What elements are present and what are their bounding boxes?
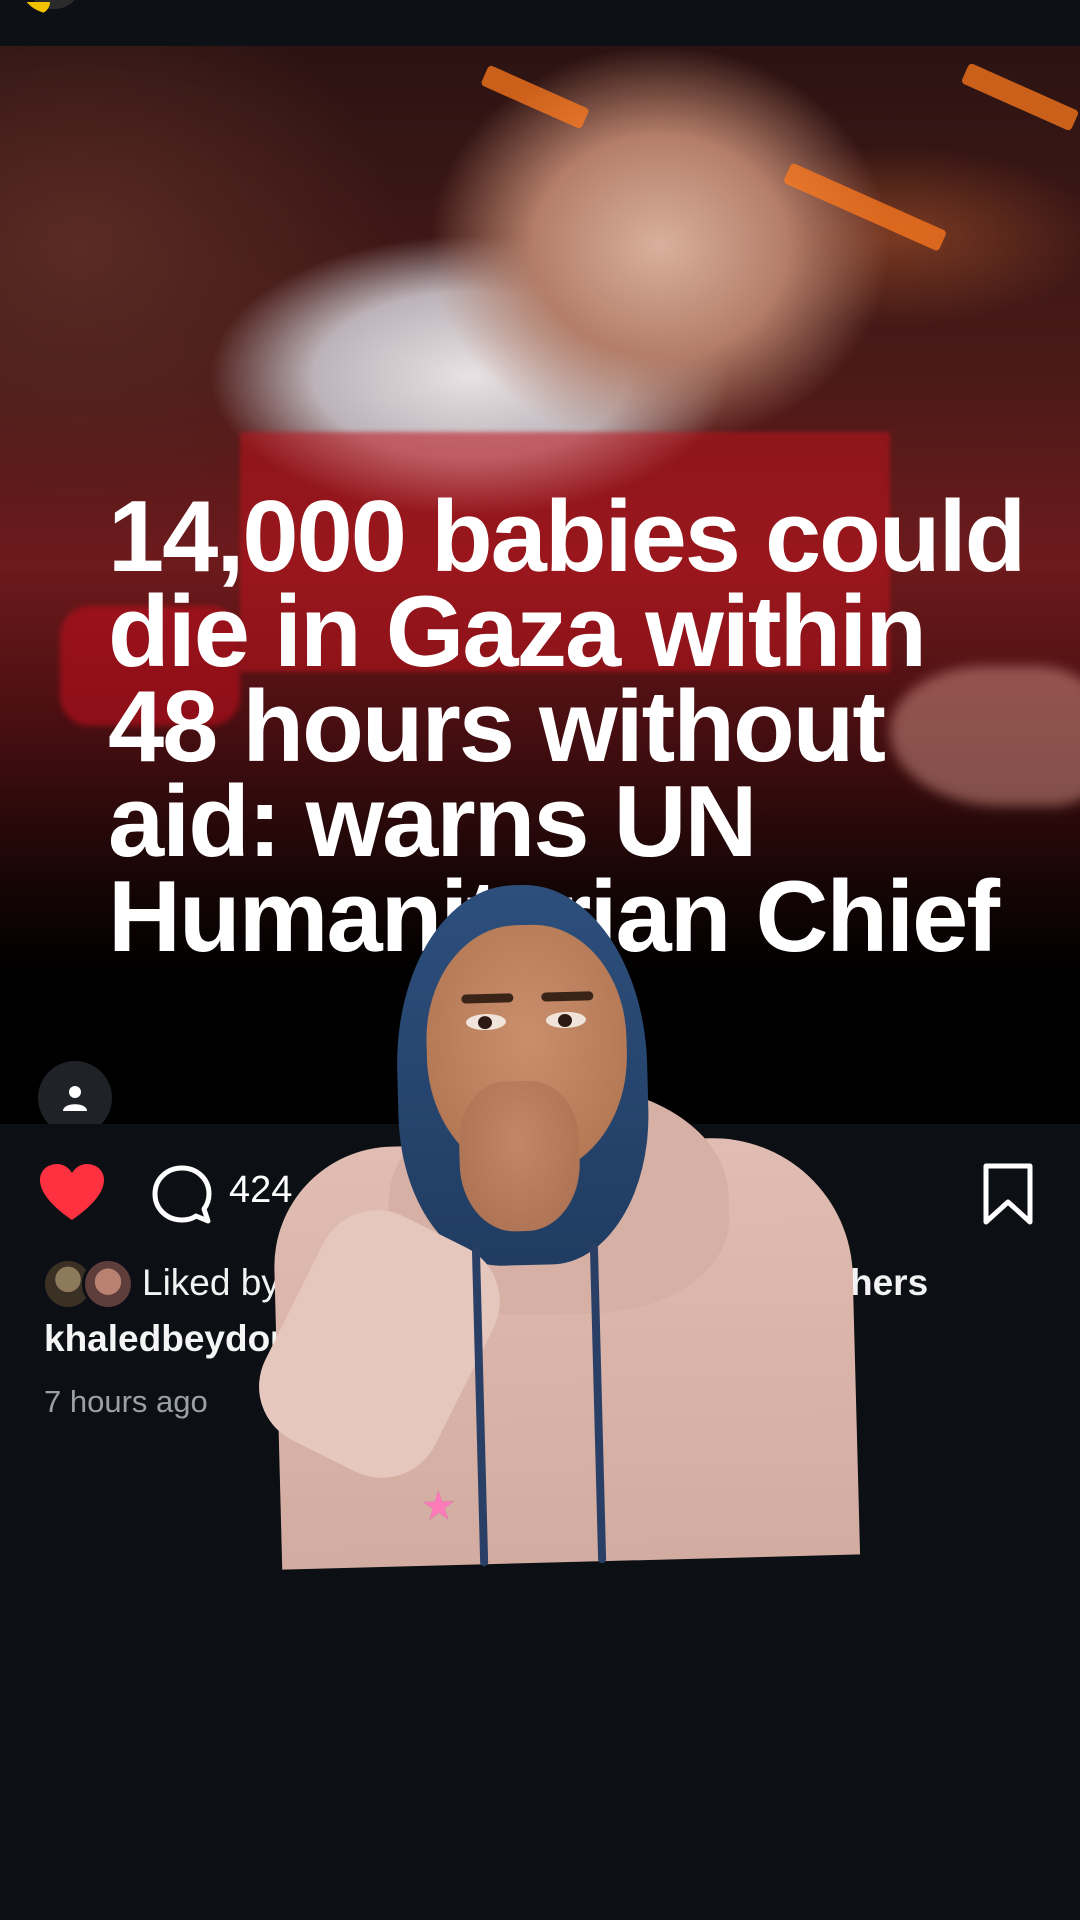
post-timestamp: 7 hours ago: [44, 1384, 208, 1419]
background-stripe: [480, 64, 590, 130]
top-bar: [0, 0, 1080, 46]
caption-username[interactable]: khaledbeydou: [44, 1318, 293, 1360]
creator-brow: [541, 991, 594, 1002]
comment-bubble-icon[interactable]: [151, 1164, 213, 1226]
creator-brow: [461, 993, 514, 1004]
creator-video-overlay: ★: [238, 877, 862, 1570]
background-stripe: [782, 162, 948, 252]
liked-by-label: Liked by: [142, 1262, 280, 1303]
heart-filled-icon[interactable]: [38, 1162, 106, 1222]
liker-avatar: [82, 1258, 134, 1310]
instagram-post-screen: 14,000 babies could die in Gaza within 4…: [0, 0, 1080, 1920]
creator-hand: [457, 1079, 582, 1233]
tagged-people-button[interactable]: [38, 1061, 112, 1124]
star-icon: ★: [420, 1483, 458, 1529]
bookmark-icon[interactable]: [980, 1162, 1036, 1226]
person-icon: [63, 1086, 87, 1111]
profile-avatar[interactable]: [22, 0, 86, 14]
background-stripe: [960, 62, 1080, 132]
liked-by-others[interactable]: hers: [850, 1262, 928, 1304]
